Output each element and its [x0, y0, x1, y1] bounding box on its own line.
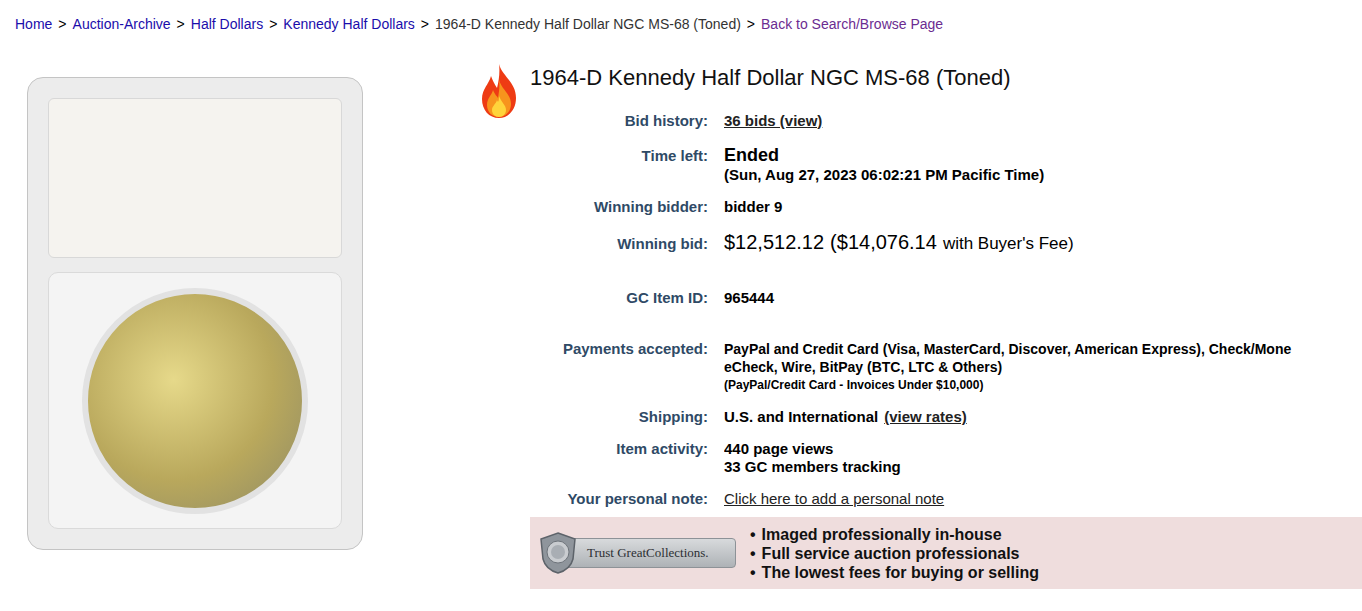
- detail-text: bidder 9: [724, 198, 782, 216]
- listing-details: 1964-D Kennedy Half Dollar NGC MS-68 (To…: [530, 62, 1362, 589]
- trust-point: • Imaged professionally in-house: [750, 525, 1039, 544]
- detail-value: PayPal and Credit Card (Visa, MasterCard…: [724, 340, 1362, 394]
- logo-bar: Trust GreatCollections.: [560, 538, 736, 568]
- breadcrumb-separator: >: [747, 15, 755, 33]
- detail-label: Winning bid:: [530, 235, 708, 253]
- slab-label: [48, 98, 342, 258]
- detail-line: 33 GC members tracking: [724, 458, 1362, 476]
- bullet: •: [750, 544, 756, 563]
- detail-text: with Buyer's Fee): [943, 232, 1074, 256]
- detail-label: Time left:: [530, 147, 708, 165]
- detail-value: 440 page views33 GC members tracking: [724, 440, 1362, 476]
- detail-line: Ended: [724, 144, 1362, 166]
- listing-title: 1964-D Kennedy Half Dollar NGC MS-68 (To…: [530, 65, 1362, 91]
- logo-text: Trust GreatCollections.: [587, 545, 709, 561]
- breadcrumb-item[interactable]: Back to Search/Browse Page: [761, 15, 943, 33]
- detail-line: bidder 9: [724, 198, 1362, 216]
- coin-photo[interactable]: [27, 77, 363, 550]
- bullet: •: [750, 525, 756, 544]
- trust-logo: Trust GreatCollections.: [538, 530, 736, 576]
- detail-text: eCheck, Wire, BitPay (BTC, LTC & Others): [724, 358, 1002, 376]
- breadcrumb-item[interactable]: Kennedy Half Dollars: [283, 15, 415, 33]
- trust-point-text: Imaged professionally in-house: [762, 525, 1002, 544]
- detail-line: (Sun, Aug 27, 2023 06:02:21 PM Pacific T…: [724, 166, 1362, 184]
- detail-line: 440 page views: [724, 440, 1362, 458]
- detail-text: (Sun, Aug 27, 2023 06:02:21 PM Pacific T…: [724, 166, 1044, 184]
- detail-label: GC Item ID:: [530, 289, 708, 307]
- breadcrumb: Home > Auction-Archive > Half Dollars > Kenned…: [0, 0, 1362, 33]
- detail-label: Your personal note:: [530, 490, 708, 508]
- breadcrumb-separator: >: [269, 15, 277, 33]
- detail-text: PayPal and Credit Card (Visa, MasterCard…: [724, 340, 1291, 358]
- detail-text: 33 GC members tracking: [724, 458, 901, 476]
- trust-points: • Imaged professionally in-house • Full ser…: [750, 525, 1039, 582]
- trust-point: • Full service auction professionals: [750, 544, 1039, 563]
- coin: [82, 288, 308, 514]
- detail-line: $12,512.12($14,076.14with Buyer's Fee): [724, 230, 1362, 256]
- hot-marker: [478, 62, 530, 589]
- breadcrumb-item[interactable]: Auction-Archive: [73, 15, 171, 33]
- detail-text: ($14,076.14: [830, 230, 937, 254]
- detail-groups: Bid history: 36 bids (view) Time left: Ende…: [530, 112, 1362, 508]
- page: Home > Auction-Archive > Half Dollars > Kenned…: [0, 0, 1362, 611]
- logo-shield: [538, 531, 578, 575]
- detail-link[interactable]: Click here to add a personal note: [724, 490, 944, 508]
- detail-label: Payments accepted:: [530, 340, 708, 358]
- detail-value: bidder 9: [724, 198, 1362, 216]
- detail-label: Shipping:: [530, 408, 708, 426]
- breadcrumb-separator: >: [177, 15, 185, 33]
- detail-value: $12,512.12($14,076.14with Buyer's Fee): [724, 230, 1362, 256]
- breadcrumb-separator: >: [421, 15, 429, 33]
- trust-banner: Trust GreatCollections. • Imaged professio…: [530, 517, 1362, 589]
- detail-line: U.S. and International (view rates): [724, 408, 1362, 426]
- detail-value: 965444: [724, 289, 1362, 307]
- breadcrumb-separator: >: [58, 15, 66, 33]
- detail-link[interactable]: (view rates): [884, 408, 967, 426]
- trust-point: • The lowest fees for buying or selling: [750, 563, 1039, 582]
- detail-label: Winning bidder:: [530, 198, 708, 216]
- detail-text: 440 page views: [724, 440, 833, 458]
- detail-label: Item activity:: [530, 440, 708, 458]
- detail-value: Ended(Sun, Aug 27, 2023 06:02:21 PM Paci…: [724, 144, 1362, 184]
- detail-group: GC Item ID: 965444: [530, 289, 1362, 307]
- breadcrumb-item[interactable]: Home: [15, 15, 52, 33]
- shield-logo-icon: [538, 531, 578, 575]
- bullet: •: [750, 563, 756, 582]
- detail-line: (PayPal/Credit Card - Invoices Under $10…: [724, 376, 1362, 394]
- trust-point-text: The lowest fees for buying or selling: [762, 563, 1039, 582]
- detail-line: 965444: [724, 289, 1362, 307]
- trust-point-text: Full service auction professionals: [762, 544, 1020, 563]
- detail-text: (PayPal/Credit Card - Invoices Under $10…: [724, 376, 983, 394]
- detail-value: 36 bids (view): [724, 112, 1362, 130]
- detail-value: U.S. and International (view rates): [724, 408, 1362, 426]
- detail-line: PayPal and Credit Card (Visa, MasterCard…: [724, 340, 1362, 358]
- slab-window: [48, 272, 342, 529]
- detail-group: Bid history: 36 bids (view) Time left: Ende…: [530, 112, 1362, 256]
- breadcrumb-item[interactable]: Half Dollars: [191, 15, 263, 33]
- detail-line: 36 bids (view): [724, 112, 1362, 130]
- detail-group: Payments accepted: PayPal and Credit Card…: [530, 340, 1362, 508]
- detail-text: Ended: [724, 144, 779, 166]
- detail-line: Click here to add a personal note: [724, 490, 1362, 508]
- breadcrumb-item: 1964-D Kennedy Half Dollar NGC MS-68 (To…: [435, 15, 741, 33]
- detail-text: 965444: [724, 289, 774, 307]
- listing: 1964-D Kennedy Half Dollar NGC MS-68 (To…: [0, 62, 1362, 589]
- detail-link[interactable]: 36 bids (view): [724, 112, 822, 130]
- detail-label: Bid history:: [530, 112, 708, 130]
- detail-value: Click here to add a personal note: [724, 490, 1362, 508]
- detail-line: eCheck, Wire, BitPay (BTC, LTC & Others): [724, 358, 1362, 376]
- detail-text: U.S. and International: [724, 408, 878, 426]
- detail-text: $12,512.12: [724, 230, 824, 254]
- hot-fire-icon: [478, 62, 520, 120]
